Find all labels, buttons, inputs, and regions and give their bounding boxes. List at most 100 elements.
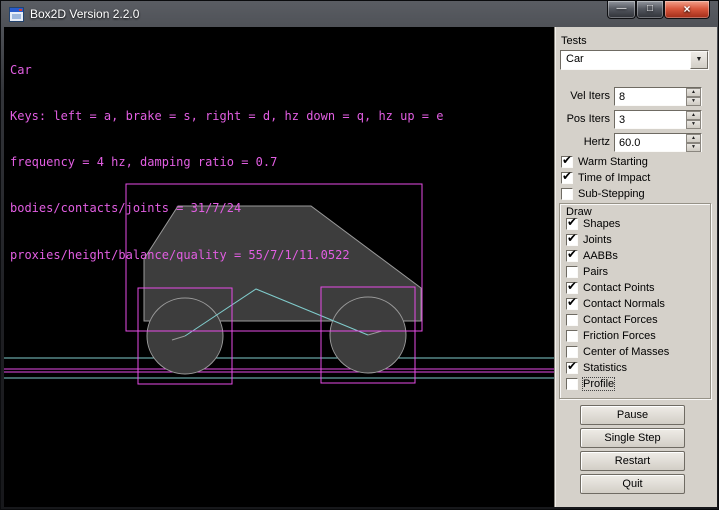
arrow-up-icon: ▲	[691, 112, 696, 118]
checkbox-box: ✔	[566, 298, 578, 310]
checkbox-box	[566, 378, 578, 390]
hertz-spinner: Hertz ▲ ▼	[555, 133, 715, 152]
checkbox-profile[interactable]: Profile	[566, 377, 614, 391]
checkbox-box: ✔	[561, 172, 573, 184]
window-title: Box2D Version 2.2.0	[30, 7, 139, 21]
control-panel: Tests Car ▼ Vel Iters ▲ ▼ Pos Iters	[554, 27, 717, 507]
vel-iters-up-arrow[interactable]: ▲	[686, 88, 701, 97]
checkbox-box: ✔	[566, 218, 578, 230]
app-window: Box2D Version 2.2.0 — □ ×	[0, 0, 719, 510]
hud-test-name: Car	[10, 63, 443, 78]
checkbox-label: Contact Points	[583, 282, 655, 294]
pos-iters-up-arrow[interactable]: ▲	[686, 111, 701, 120]
checkbox-label: Center of Masses	[583, 346, 669, 358]
checkbox-box: ✔	[561, 156, 573, 168]
minimize-button[interactable]: —	[607, 1, 636, 19]
checkbox-contact-normals[interactable]: ✔ Contact Normals	[566, 297, 665, 311]
check-icon: ✔	[562, 153, 572, 167]
hertz-input[interactable]	[616, 135, 684, 150]
pos-iters-spinner: Pos Iters ▲ ▼	[555, 110, 715, 129]
checkbox-box: ✔	[566, 282, 578, 294]
check-icon: ✔	[567, 279, 577, 293]
checkbox-label: AABBs	[583, 250, 618, 262]
close-icon: ×	[683, 2, 690, 16]
debug-hud: Car Keys: left = a, brake = s, right = d…	[10, 32, 443, 294]
close-button[interactable]: ×	[664, 1, 710, 19]
maximize-button[interactable]: □	[636, 1, 664, 19]
checkbox-box	[561, 188, 573, 200]
checkbox-center-of-masses[interactable]: Center of Masses	[566, 345, 669, 359]
app-icon	[9, 7, 24, 22]
checkbox-label: Warm Starting	[578, 156, 648, 168]
tests-dropdown-arrow-button[interactable]: ▼	[690, 51, 708, 69]
hud-keys-line: Keys: left = a, brake = s, right = d, hz…	[10, 109, 443, 124]
minimize-icon: —	[617, 3, 627, 14]
window-content: Car Keys: left = a, brake = s, right = d…	[4, 27, 717, 507]
maximize-icon: □	[647, 3, 653, 14]
tests-dropdown[interactable]: Car ▼	[560, 50, 709, 70]
pos-iters-arrows: ▲ ▼	[686, 111, 701, 128]
vel-iters-arrows: ▲ ▼	[686, 88, 701, 105]
hertz-arrows: ▲ ▼	[686, 134, 701, 151]
checkbox-time-of-impact[interactable]: ✔ Time of Impact	[561, 171, 650, 185]
hertz-up-arrow[interactable]: ▲	[686, 134, 701, 143]
hertz-box: ▲ ▼	[614, 133, 702, 152]
arrow-down-icon: ▼	[691, 98, 696, 104]
arrow-up-icon: ▲	[691, 89, 696, 95]
checkbox-box	[566, 314, 578, 326]
pos-iters-label: Pos Iters	[555, 113, 610, 125]
simulation-canvas[interactable]: Car Keys: left = a, brake = s, right = d…	[4, 27, 554, 507]
checkbox-label: Time of Impact	[578, 172, 650, 184]
single-step-button[interactable]: Single Step	[580, 428, 685, 448]
check-icon: ✔	[567, 215, 577, 229]
pos-iters-down-arrow[interactable]: ▼	[686, 120, 701, 129]
hud-proxies-line: proxies/height/balance/quality = 55/7/1/…	[10, 248, 443, 263]
checkbox-statistics[interactable]: ✔ Statistics	[566, 361, 627, 375]
checkbox-box: ✔	[566, 234, 578, 246]
vel-iters-down-arrow[interactable]: ▼	[686, 97, 701, 106]
hertz-label: Hertz	[555, 136, 610, 148]
vel-iters-label: Vel Iters	[555, 90, 610, 102]
checkbox-contact-points[interactable]: ✔ Contact Points	[566, 281, 655, 295]
hertz-down-arrow[interactable]: ▼	[686, 143, 701, 152]
checkbox-box: ✔	[566, 362, 578, 374]
arrow-up-icon: ▲	[691, 135, 696, 141]
hud-frequency-line: frequency = 4 hz, damping ratio = 0.7	[10, 155, 443, 170]
vel-iters-box: ▲ ▼	[614, 87, 702, 106]
vel-iters-input[interactable]	[616, 89, 684, 104]
pause-button[interactable]: Pause	[580, 405, 685, 425]
titlebar[interactable]: Box2D Version 2.2.0 — □ ×	[1, 1, 718, 27]
checkbox-sub-stepping[interactable]: Sub-Stepping	[561, 187, 645, 201]
check-icon: ✔	[567, 359, 577, 373]
checkbox-label: Contact Forces	[583, 314, 658, 326]
check-icon: ✔	[567, 247, 577, 261]
hud-stats-line: bodies/contacts/joints = 31/7/24	[10, 201, 443, 216]
checkbox-contact-forces[interactable]: Contact Forces	[566, 313, 658, 327]
arrow-down-icon: ▼	[691, 121, 696, 127]
chevron-down-icon: ▼	[696, 56, 703, 63]
checkbox-shapes[interactable]: ✔ Shapes	[566, 217, 620, 231]
pos-iters-input[interactable]	[616, 112, 684, 127]
checkbox-label: Contact Normals	[583, 298, 665, 310]
checkbox-label: Statistics	[583, 362, 627, 374]
check-icon: ✔	[567, 231, 577, 245]
checkbox-warm-starting[interactable]: ✔ Warm Starting	[561, 155, 648, 169]
checkbox-box	[566, 266, 578, 278]
checkbox-label: Friction Forces	[583, 330, 656, 342]
checkbox-aabbs[interactable]: ✔ AABBs	[566, 249, 618, 263]
checkbox-pairs[interactable]: Pairs	[566, 265, 608, 279]
draw-group: Draw ✔ Shapes ✔ Joints ✔ AABBs Pairs	[559, 203, 711, 399]
arrow-down-icon: ▼	[691, 144, 696, 150]
checkbox-friction-forces[interactable]: Friction Forces	[566, 329, 656, 343]
checkbox-label: Sub-Stepping	[578, 188, 645, 200]
checkbox-joints[interactable]: ✔ Joints	[566, 233, 612, 247]
checkbox-box: ✔	[566, 250, 578, 262]
tests-label: Tests	[561, 35, 587, 47]
window-controls: — □ ×	[607, 1, 710, 19]
vel-iters-spinner: Vel Iters ▲ ▼	[555, 87, 715, 106]
tests-dropdown-value: Car	[566, 53, 584, 65]
checkbox-label: Joints	[583, 234, 612, 246]
restart-button[interactable]: Restart	[580, 451, 685, 471]
quit-button[interactable]: Quit	[580, 474, 685, 494]
checkbox-box	[566, 330, 578, 342]
